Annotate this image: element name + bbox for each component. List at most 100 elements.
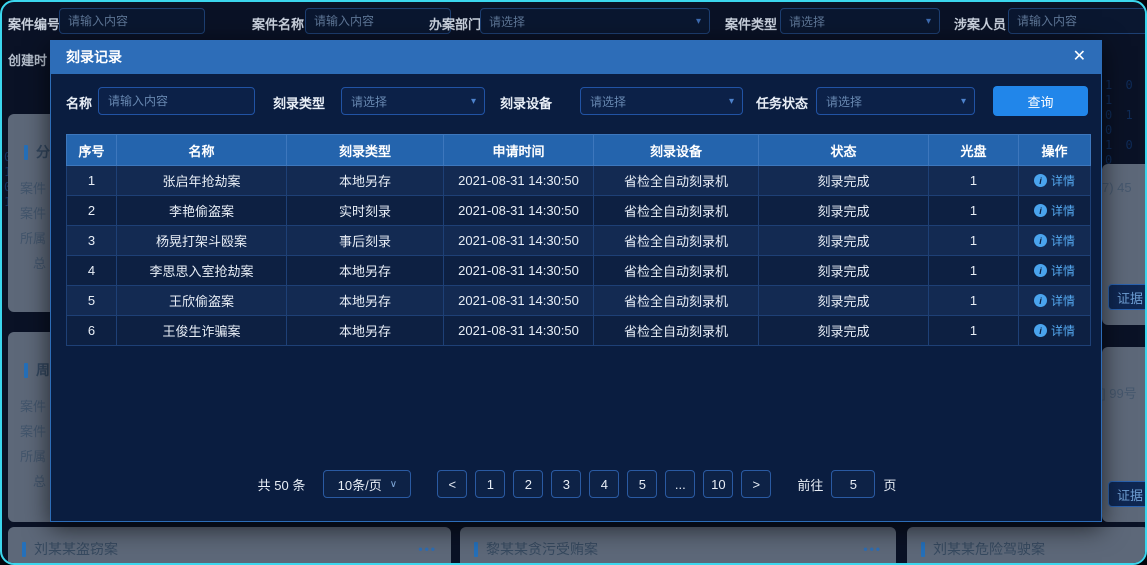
case-name-field[interactable] <box>314 14 442 28</box>
cell-action: i详情 <box>1019 256 1091 286</box>
detail-link[interactable]: i详情 <box>1034 322 1075 339</box>
column-header-name: 名称 <box>117 135 287 166</box>
prev-page-button[interactable]: < <box>437 470 467 498</box>
name-filter-input[interactable] <box>98 87 255 115</box>
close-icon[interactable]: ✕ <box>1073 49 1086 65</box>
more-options-icon[interactable]: ••• <box>418 542 437 556</box>
case-type-select[interactable]: 请选择 ▾ <box>780 8 940 34</box>
goto-page-label: 前往 <box>797 475 823 494</box>
next-page-button[interactable]: > <box>741 470 771 498</box>
records-table: 序号名称刻录类型申请时间刻录设备状态光盘操作 1张启年抢劫案本地另存2021-0… <box>66 134 1091 346</box>
cell-time: 2021-08-31 14:30:50 <box>444 196 594 226</box>
task-status-label: 任务状态 <box>756 93 808 112</box>
cell-device: 省检全自动刻录机 <box>594 166 759 196</box>
title-bar-icon <box>24 145 28 160</box>
query-button[interactable]: 查询 <box>993 86 1088 116</box>
background-right-panel: 7) 45 证据 <box>1102 164 1147 325</box>
page-button-4[interactable]: 4 <box>589 470 619 498</box>
cell-name: 李思思入室抢劫案 <box>117 256 287 286</box>
cell-name: 杨晃打架斗殴案 <box>117 226 287 256</box>
table-row: 1张启年抢劫案本地另存2021-08-31 14:30:50省检全自动刻录机刻录… <box>67 166 1091 196</box>
case-number-input[interactable] <box>59 8 205 34</box>
page-button-3[interactable]: 3 <box>551 470 581 498</box>
title-bar-icon <box>24 363 28 378</box>
case-card-title: 刘某某盗窃案 <box>34 539 118 559</box>
detail-link[interactable]: i详情 <box>1034 202 1075 219</box>
page-button-2[interactable]: 2 <box>513 470 543 498</box>
case-card-title: 刘某某危险驾驶案 <box>933 539 1045 559</box>
more-options-icon[interactable]: ••• <box>863 542 882 556</box>
name-filter-field[interactable] <box>108 94 245 108</box>
cell-time: 2021-08-31 14:30:50 <box>444 166 594 196</box>
panel-text-fragment: 7) 45 <box>1102 180 1132 195</box>
burn-device-select[interactable]: 请选择 ▾ <box>580 87 743 115</box>
cell-device: 省检全自动刻录机 <box>594 226 759 256</box>
burn-records-modal: 刻录记录 ✕ 名称 刻录类型 请选择 ▾ 刻录设备 请选择 ▾ 任务状态 请选择… <box>50 40 1102 522</box>
detail-link[interactable]: i详情 <box>1034 292 1075 309</box>
cell-device: 省检全自动刻录机 <box>594 196 759 226</box>
info-icon: i <box>1034 264 1047 277</box>
chevron-down-icon: ▾ <box>926 16 931 27</box>
task-status-select-value: 请选择 <box>826 93 862 110</box>
task-status-select[interactable]: 请选择 ▾ <box>816 87 975 115</box>
info-icon: i <box>1034 204 1047 217</box>
department-select-value: 请选择 <box>489 13 525 30</box>
burn-type-select[interactable]: 请选择 ▾ <box>341 87 485 115</box>
column-header-time: 申请时间 <box>444 135 594 166</box>
page-size-select[interactable]: 10条/页 ∨ <box>323 470 411 498</box>
case-number-label: 案件编号 <box>8 14 60 33</box>
cell-disc: 1 <box>929 226 1019 256</box>
cell-status: 刻录完成 <box>759 226 929 256</box>
evidence-button[interactable]: 证据 <box>1108 481 1147 507</box>
cell-action: i详情 <box>1019 166 1091 196</box>
created-time-label: 创建时 <box>8 50 47 69</box>
column-header-disc: 光盘 <box>929 135 1019 166</box>
burn-type-label: 刻录类型 <box>273 93 325 112</box>
cell-no: 1 <box>67 166 117 196</box>
case-number-field[interactable] <box>68 14 196 28</box>
title-bar-icon <box>22 542 26 557</box>
pagination-bar: 共 50 条 10条/页 ∨ < 12345...10 > 前往 页 <box>51 470 1103 498</box>
cell-disc: 1 <box>929 196 1019 226</box>
info-icon: i <box>1034 234 1047 247</box>
evidence-button[interactable]: 证据 <box>1108 284 1147 310</box>
department-select[interactable]: 请选择 ▾ <box>480 8 710 34</box>
app-frame: 0 1 0 1 0 1 0 1 0 1 0 0 1 0 1 0 1 0 1 0 … <box>0 0 1147 565</box>
goto-page-input[interactable] <box>831 470 875 498</box>
detail-link[interactable]: i详情 <box>1034 232 1075 249</box>
personnel-field[interactable] <box>1017 14 1147 28</box>
bottom-case-card: 刘某某危险驾驶案 <box>907 527 1147 565</box>
detail-link[interactable]: i详情 <box>1034 172 1075 189</box>
cell-type: 本地另存 <box>287 286 444 316</box>
cell-time: 2021-08-31 14:30:50 <box>444 256 594 286</box>
cell-action: i详情 <box>1019 226 1091 256</box>
cell-type: 本地另存 <box>287 166 444 196</box>
page-button-5[interactable]: 5 <box>627 470 657 498</box>
personnel-label: 涉案人员 <box>954 14 1006 33</box>
panel-text-fragment: ] 99号 <box>1102 383 1137 402</box>
detail-link[interactable]: i详情 <box>1034 262 1075 279</box>
cell-no: 5 <box>67 286 117 316</box>
cell-disc: 1 <box>929 316 1019 346</box>
cell-action: i详情 <box>1019 286 1091 316</box>
cell-type: 本地另存 <box>287 316 444 346</box>
cell-type: 事后刻录 <box>287 226 444 256</box>
column-header-device: 刻录设备 <box>594 135 759 166</box>
personnel-input[interactable] <box>1008 8 1147 34</box>
page-button-1[interactable]: 1 <box>475 470 505 498</box>
cell-no: 6 <box>67 316 117 346</box>
cell-action: i详情 <box>1019 196 1091 226</box>
table-row: 3杨晃打架斗殴案事后刻录2021-08-31 14:30:50省检全自动刻录机刻… <box>67 226 1091 256</box>
page-button-10[interactable]: 10 <box>703 470 733 498</box>
cell-type: 本地另存 <box>287 256 444 286</box>
chevron-down-icon: ▾ <box>729 96 734 107</box>
bottom-case-card: 黎某某贪污受贿案 ••• <box>460 527 896 565</box>
burn-type-select-value: 请选择 <box>351 93 387 110</box>
table-header-row: 序号名称刻录类型申请时间刻录设备状态光盘操作 <box>67 135 1091 166</box>
cell-action: i详情 <box>1019 316 1091 346</box>
case-type-select-value: 请选择 <box>789 13 825 30</box>
cell-no: 2 <box>67 196 117 226</box>
page-ellipsis-button[interactable]: ... <box>665 470 695 498</box>
cell-disc: 1 <box>929 286 1019 316</box>
page-buttons: 12345... 10 <box>475 470 733 498</box>
